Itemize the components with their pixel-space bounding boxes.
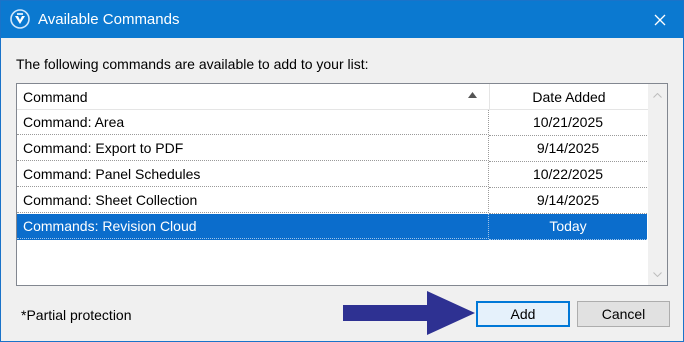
date-cell: 9/14/2025 bbox=[489, 136, 647, 162]
table-row[interactable]: Command: Sheet Collection 9/14/2025 bbox=[17, 188, 647, 214]
table-row[interactable]: Command: Panel Schedules 10/22/2025 bbox=[17, 162, 647, 188]
date-cell: 10/21/2025 bbox=[489, 110, 647, 136]
date-cell: Today bbox=[489, 214, 647, 240]
available-commands-dialog: Available Commands The following command… bbox=[0, 0, 684, 342]
commands-list[interactable]: Command Date Added Command: Area 10/21/2… bbox=[16, 83, 668, 286]
command-cell: Command: Area bbox=[17, 110, 489, 135]
title-bar: Available Commands bbox=[1, 1, 683, 38]
scroll-up-icon[interactable] bbox=[653, 93, 662, 98]
vertical-scrollbar[interactable] bbox=[648, 84, 667, 285]
annotation-arrow-icon bbox=[343, 291, 475, 335]
table-row[interactable]: Command: Export to PDF 9/14/2025 bbox=[17, 136, 647, 162]
table-row[interactable]: Command: Area 10/21/2025 bbox=[17, 110, 647, 136]
window-title: Available Commands bbox=[38, 11, 180, 28]
command-cell: Commands: Revision Cloud bbox=[17, 214, 489, 239]
command-cell: Command: Panel Schedules bbox=[17, 162, 489, 187]
table-row-selected[interactable]: Commands: Revision Cloud Today bbox=[17, 214, 647, 240]
partial-protection-note: *Partial protection bbox=[21, 307, 132, 323]
close-icon bbox=[654, 14, 666, 25]
date-cell: 9/14/2025 bbox=[489, 188, 647, 214]
app-logo-icon bbox=[10, 9, 30, 29]
date-cell: 10/22/2025 bbox=[489, 162, 647, 188]
command-cell: Command: Export to PDF bbox=[17, 136, 489, 161]
cancel-button[interactable]: Cancel bbox=[577, 301, 670, 327]
add-button[interactable]: Add bbox=[476, 301, 570, 327]
sort-ascending-icon bbox=[468, 92, 477, 98]
scroll-down-icon[interactable] bbox=[653, 272, 662, 277]
list-header: Command Date Added bbox=[17, 84, 649, 110]
command-cell: Command: Sheet Collection bbox=[17, 188, 489, 213]
column-header-command[interactable]: Command bbox=[17, 84, 488, 109]
close-button[interactable] bbox=[637, 1, 683, 38]
column-header-date-added[interactable]: Date Added bbox=[489, 84, 648, 109]
instruction-text: The following commands are available to … bbox=[16, 56, 369, 72]
